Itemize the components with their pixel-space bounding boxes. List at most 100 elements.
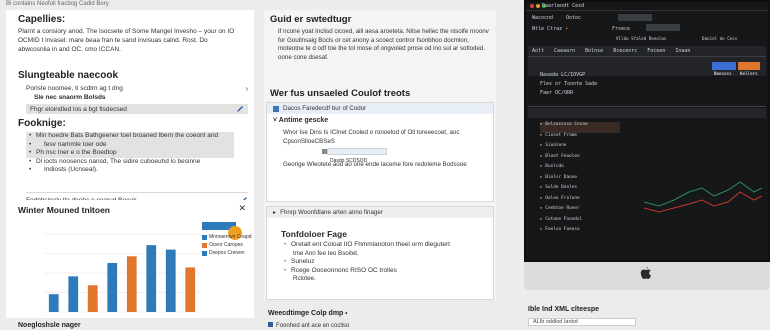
info-line: Naseda LC/IOVGP bbox=[540, 72, 586, 78]
card-2-head[interactable]: ▸ Fhnrp Woonfdlane arten anno finager bbox=[267, 207, 493, 218]
left-panel: Capellies: Plarnt a consiory anod. The l… bbox=[6, 10, 254, 208]
chart-bar bbox=[68, 276, 79, 312]
card-2-item: Rclotee. bbox=[293, 275, 316, 282]
tree-item[interactable]: ▸ Foelso Foeoso bbox=[540, 227, 620, 238]
finding-item: fesv nammle toer ode bbox=[26, 141, 240, 150]
tree-item[interactable]: ▸ Bunlcdo bbox=[540, 164, 620, 175]
column-header[interactable]: Inaan bbox=[675, 48, 690, 54]
legend-item: Dsepos Creiven bbox=[202, 250, 252, 256]
column-header[interactable]: Bolnse bbox=[585, 48, 603, 54]
tree-item-label: Bloet Feoolen bbox=[545, 153, 580, 159]
column-header[interactable]: Foceen bbox=[647, 48, 665, 54]
findings-list: Min hoedre Bats Bathgeener toel broaned … bbox=[26, 132, 240, 175]
tree-item-label: Foelso Foeoso bbox=[545, 227, 580, 232]
tree-header bbox=[528, 108, 766, 118]
close-icon[interactable]: ✕ bbox=[238, 203, 246, 214]
chart-card: Winter Mouned tnltoen ✕ Mnmaerovo Cnapd O… bbox=[6, 200, 254, 318]
tree-item[interactable]: ▸ Cotane Fnoedsl bbox=[540, 217, 620, 228]
card-1-head[interactable]: Dacos Faredecdf bur of Codor bbox=[267, 103, 493, 114]
card-1-title[interactable]: ˅ Antime gescke bbox=[273, 117, 328, 124]
card-1-text: Wnor Ise Dins Is ICInet Cnoled o ronoelo… bbox=[283, 129, 460, 145]
chart-bar bbox=[165, 249, 176, 312]
card-2-head-label: Fhnrp Woonfdlane arten anno finager bbox=[280, 209, 383, 216]
apple-logo-icon bbox=[640, 267, 651, 279]
tree-item[interactable]: ▸ Solde Deoles bbox=[540, 185, 620, 196]
doc-icon bbox=[268, 322, 273, 327]
crumb-1: Vlldo Sfaled Reeolas bbox=[616, 36, 667, 41]
legend-item: Mnmaerovo Cnapd bbox=[202, 234, 252, 240]
chart-bar bbox=[48, 294, 59, 312]
tree-item[interactable]: ▸ Ooleo Frolone bbox=[540, 196, 620, 207]
minimize-window-icon[interactable] bbox=[536, 4, 540, 8]
guide-title: Guid er swtedtugr bbox=[270, 14, 352, 25]
card-2-title: Tonfdoloer Fage bbox=[281, 229, 347, 239]
card-2-item: Rcege Ooceonnonc RISO OC trolles bbox=[281, 267, 487, 276]
finding-item: Ph nsc Iner e o the Boedtop bbox=[26, 149, 240, 158]
column-header[interactable]: Caeaarn bbox=[554, 48, 575, 54]
folder-icon bbox=[273, 105, 279, 112]
card-1-search[interactable]: Dasdo SCDSOD bbox=[322, 148, 387, 164]
bottom-left-label: Noegloshsle nager bbox=[18, 322, 81, 329]
column-headers: Aolt Caeaarn Bolnse Bcecenrc Foceen Inaa… bbox=[532, 48, 690, 54]
crumb-2: Daniel de Cess bbox=[702, 36, 738, 41]
recommendation-row-3-label: Fhgr eloindled los a bgt fisdecsed bbox=[30, 105, 127, 113]
column-header[interactable]: Aolt bbox=[532, 48, 544, 54]
secondary-button-label: Kellers bbox=[740, 71, 758, 76]
edit-icon[interactable] bbox=[236, 105, 244, 113]
column-header[interactable]: Bcecenrc bbox=[613, 48, 637, 54]
primary-button[interactable]: Naecoss bbox=[712, 62, 736, 76]
recommendation-row-1-label: Poriste noomee, ti scdlrn ag t dng bbox=[26, 85, 123, 92]
chart-legend: Mnmaerovo Cnapd Ouvor Caropes Dsepos Creiv… bbox=[202, 234, 252, 258]
bottom-right-input[interactable]: ALIb oddlod Ianbd bbox=[528, 318, 636, 326]
secondary-button[interactable]: Kellers bbox=[738, 62, 760, 76]
bottom-mid-title: Weecdtimge Colp dmp • bbox=[268, 310, 347, 317]
toolbar-field[interactable] bbox=[618, 14, 652, 21]
tree-item-label: Ooleo Frolone bbox=[545, 195, 580, 201]
chart-bar bbox=[185, 267, 196, 312]
bottom-mid-text[interactable]: Foonhed ant ace en cocllso bbox=[268, 322, 349, 329]
tree-item-label: Cioset Frame bbox=[545, 132, 578, 138]
card-1-text-2: Georige Wleotete aod ao one ende laceme … bbox=[283, 161, 467, 168]
tree-item-label: Ceebtoe Roeer bbox=[545, 206, 580, 211]
line-chart bbox=[644, 181, 762, 213]
control-1[interactable]: Ntle Ctraz ▾ bbox=[532, 26, 568, 32]
recommendation-title: Slungteable naecook bbox=[18, 70, 119, 81]
finding-item: Dl iocts noosencs nansd, The sidire cubo… bbox=[26, 158, 240, 167]
bottom-mid-title-label: Weecdtimge Colp dmp bbox=[268, 310, 344, 317]
chart-bar bbox=[107, 262, 118, 312]
info-line: Faer OC/ORR bbox=[540, 90, 574, 96]
recommendation-row-1[interactable]: Poriste noomee, ti scdlrn ag t dng › bbox=[26, 84, 248, 93]
finding-item: Indiosts (Ucnseal). bbox=[26, 166, 240, 175]
legend-swatch bbox=[202, 242, 207, 248]
card-1-head-label: Dacos Faredecdf bur of Codor bbox=[283, 105, 367, 112]
bar-chart bbox=[44, 233, 200, 313]
subhead: Wer fus unsaeled Coulof treots bbox=[270, 88, 411, 99]
tab-1[interactable]: Wacocnd bbox=[532, 15, 553, 21]
breadcrumb: Bl contains Neofoli fracbog Cadid Bory bbox=[6, 1, 109, 7]
guide-text: If ncone yoat Inclisd cicoed, aill aesa … bbox=[278, 28, 489, 61]
recommendation-row-3[interactable]: Fhgr eloindled los a bgt fisdecsed bbox=[26, 104, 248, 114]
page: Bl contains Neofoli fracbog Cadid Bory C… bbox=[0, 0, 770, 330]
chevron-right-icon: › bbox=[245, 84, 248, 93]
tree-item[interactable]: ▸ Bnlsocssso Cnsae bbox=[540, 122, 620, 133]
legend-swatch bbox=[202, 250, 207, 256]
tree-item[interactable]: ▸ Biolsr Daooe bbox=[540, 175, 620, 186]
capabilities-text: Plarnt a consiory anod. The lsocsete of … bbox=[18, 28, 235, 53]
close-window-icon[interactable] bbox=[530, 4, 534, 8]
toolbar-field-2[interactable] bbox=[646, 24, 680, 31]
tree-item[interactable]: ▸ Sioalene bbox=[540, 143, 620, 154]
tree-item[interactable]: ▸ Bloet Feoolen bbox=[540, 154, 620, 165]
control-2[interactable]: Frsece bbox=[612, 26, 630, 32]
capabilities-title: Capellies: bbox=[18, 14, 66, 25]
info-block: Naseda LC/IOVGP Fles or Toonte Sade Faer… bbox=[540, 72, 597, 96]
tree-item[interactable]: ▸ Cioset Frame bbox=[540, 133, 620, 144]
tree-item[interactable]: ▸ Ceebtoe Roeer bbox=[540, 206, 620, 217]
divider bbox=[528, 56, 766, 57]
tab-2[interactable]: Ootoc bbox=[566, 15, 581, 21]
divider bbox=[528, 106, 766, 107]
card-2-item: Suneluz bbox=[281, 258, 487, 267]
divider bbox=[26, 192, 248, 193]
tree-item-label: Solde Deoles bbox=[545, 185, 578, 190]
card-2: ▸ Fhnrp Woonfdlane arten anno finager To… bbox=[266, 206, 494, 300]
legend-swatch bbox=[202, 234, 207, 240]
